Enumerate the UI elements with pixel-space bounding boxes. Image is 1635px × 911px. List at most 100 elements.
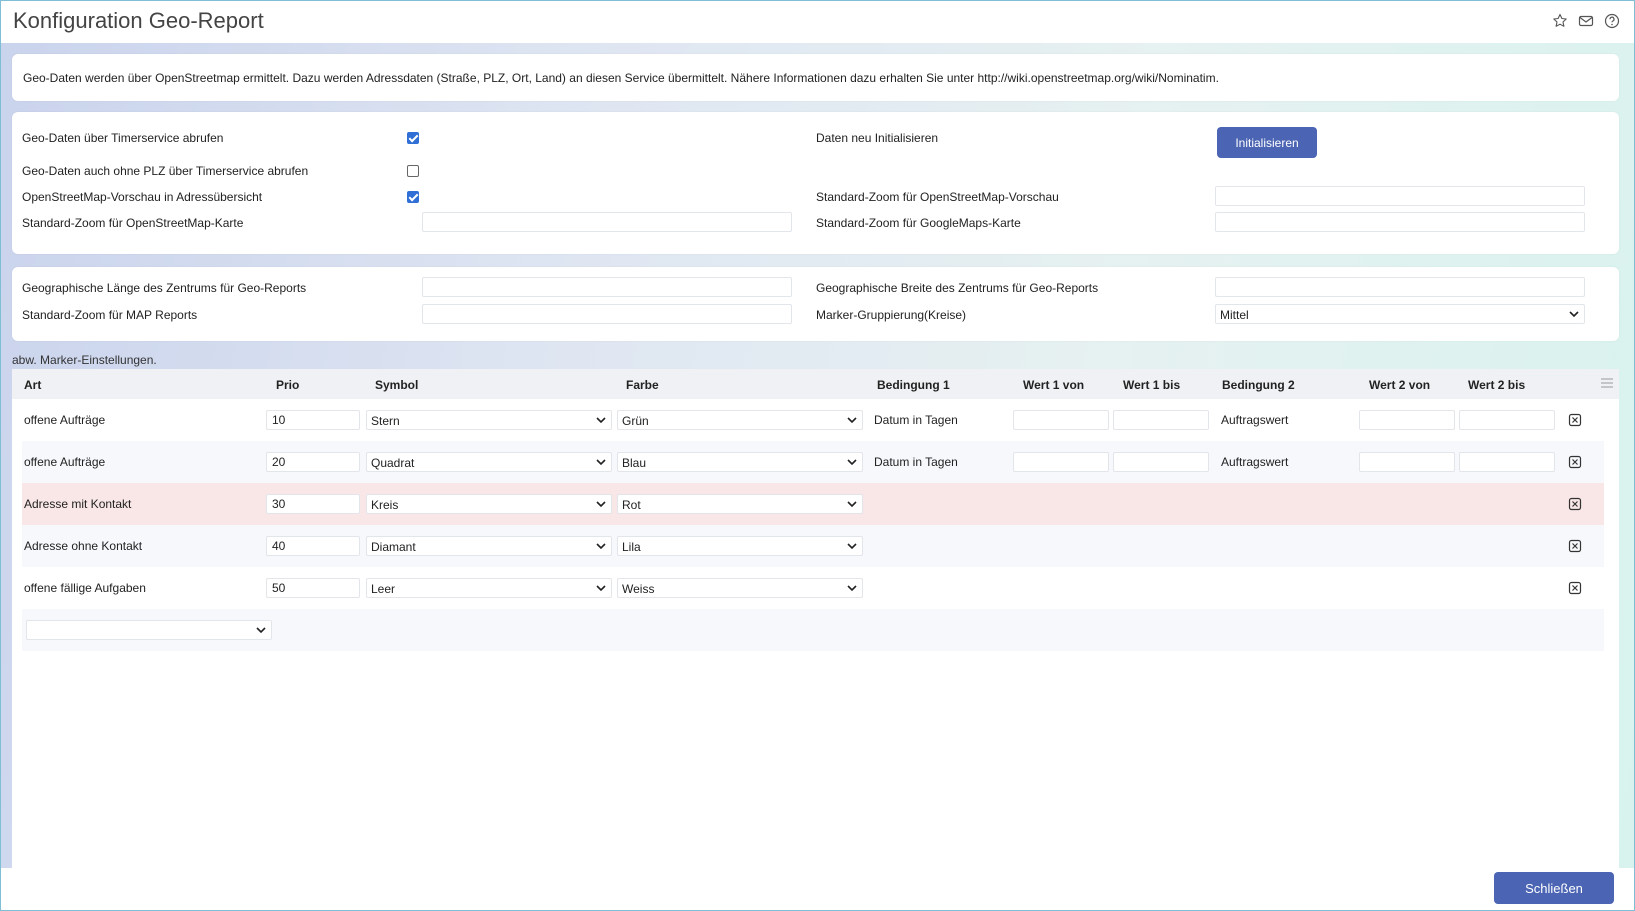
chevron-down-icon: [847, 543, 857, 550]
delete-icon[interactable]: [1568, 413, 1582, 427]
row-symbol-select[interactable]: Diamant: [366, 536, 612, 556]
delete-icon[interactable]: [1568, 497, 1582, 511]
table-row: offene Aufträge Quadrat Blau Datum in Ta…: [22, 441, 1604, 483]
row-bed2: Auftragswert: [1221, 413, 1289, 427]
info-panel: Geo-Daten werden über OpenStreetmap ermi…: [12, 54, 1619, 101]
col-bed2: Bedingung 2: [1222, 378, 1295, 392]
timer-checkbox[interactable]: [407, 132, 419, 144]
row-w2von-input[interactable]: [1359, 452, 1455, 472]
lon-input[interactable]: [422, 277, 792, 297]
col-bed1: Bedingung 1: [877, 378, 950, 392]
row-farbe-select[interactable]: Rot: [617, 494, 863, 514]
config-window: Konfiguration Geo-Report Geo-Daten werde…: [0, 0, 1635, 911]
row-art: offene Aufträge: [24, 413, 106, 427]
row-symbol-value: Leer: [371, 582, 396, 596]
row-prio-input[interactable]: [266, 494, 360, 514]
row-prio-input[interactable]: [266, 578, 360, 598]
row-farbe-select[interactable]: Blau: [617, 452, 863, 472]
row-farbe-select[interactable]: Lila: [617, 536, 863, 556]
row-w1von-input[interactable]: [1013, 452, 1109, 472]
center-panel: Geographische Länge des Zentrums für Geo…: [12, 267, 1619, 341]
new-row: [22, 609, 1604, 651]
chevron-down-icon: [256, 627, 266, 634]
row-farbe-value: Grün: [622, 414, 649, 428]
row-symbol-select[interactable]: Stern: [366, 410, 612, 430]
delete-icon[interactable]: [1568, 539, 1582, 553]
row-prio-input[interactable]: [266, 452, 360, 472]
row-symbol-select[interactable]: Quadrat: [366, 452, 612, 472]
zoom-osm-preview-label: Standard-Zoom für OpenStreetMap-Vorschau: [816, 190, 1059, 204]
row-w1bis-input[interactable]: [1113, 410, 1209, 430]
chevron-down-icon: [596, 543, 606, 550]
info-text: Geo-Daten werden über OpenStreetmap ermi…: [23, 71, 1219, 85]
cluster-select[interactable]: Mittel: [1215, 304, 1585, 324]
row-w2bis-input[interactable]: [1459, 410, 1555, 430]
row-w1von-input[interactable]: [1013, 410, 1109, 430]
table-row: offene fällige Aufgaben Leer Weiss: [22, 567, 1604, 609]
row-w2von-input[interactable]: [1359, 410, 1455, 430]
row-farbe-select[interactable]: Grün: [617, 410, 863, 430]
lon-label: Geographische Länge des Zentrums für Geo…: [22, 281, 307, 295]
zoom-gmaps-input[interactable]: [1215, 212, 1585, 232]
osm-preview-label: OpenStreetMap-Vorschau in Adressübersich…: [22, 190, 263, 204]
chevron-down-icon: [596, 417, 606, 424]
col-farbe: Farbe: [626, 378, 659, 392]
row-symbol-value: Diamant: [371, 540, 416, 554]
new-art-select[interactable]: [26, 620, 272, 640]
row-w2bis-input[interactable]: [1459, 452, 1555, 472]
table-row: Adresse mit Kontakt Kreis Rot: [22, 483, 1604, 525]
row-farbe-select[interactable]: Weiss: [617, 578, 863, 598]
markers-section-label: abw. Marker-Einstellungen.: [12, 353, 157, 367]
row-bed1: Datum in Tagen: [874, 413, 958, 427]
col-w2von: Wert 2 von: [1369, 378, 1431, 392]
row-symbol-select[interactable]: Kreis: [366, 494, 612, 514]
row-w1bis-input[interactable]: [1113, 452, 1209, 472]
row-farbe-value: Lila: [622, 540, 641, 554]
settings-panel: Geo-Daten über Timerservice abrufen Geo-…: [12, 112, 1619, 254]
markers-table: Art Prio Symbol Farbe Bedingung 1 Wert 1…: [12, 369, 1619, 869]
row-art: offene Aufträge: [24, 455, 106, 469]
row-farbe-value: Blau: [622, 456, 647, 470]
delete-icon[interactable]: [1568, 581, 1582, 595]
chevron-down-icon: [1569, 311, 1579, 318]
lat-input[interactable]: [1215, 277, 1585, 297]
initialize-button[interactable]: Initialisieren: [1217, 127, 1317, 158]
timer-label: Geo-Daten über Timerservice abrufen: [22, 131, 224, 145]
row-prio-input[interactable]: [266, 410, 360, 430]
col-w1bis: Wert 1 bis: [1123, 378, 1181, 392]
zoom-osm-preview-input[interactable]: [1215, 186, 1585, 206]
menu-icon[interactable]: [1601, 378, 1613, 388]
title-bar: Konfiguration Geo-Report: [1, 1, 1634, 43]
cluster-value: Mittel: [1220, 308, 1249, 322]
star-icon[interactable]: [1552, 13, 1568, 29]
row-symbol-value: Kreis: [371, 498, 399, 512]
timer-noplz-label: Geo-Daten auch ohne PLZ über Timerservic…: [22, 164, 309, 178]
help-icon[interactable]: [1604, 13, 1620, 29]
footer: Schließen: [1, 868, 1634, 910]
zoom-osm-map-label: Standard-Zoom für OpenStreetMap-Karte: [22, 216, 244, 230]
zoom-map-input[interactable]: [422, 304, 792, 324]
row-symbol-value: Quadrat: [371, 456, 415, 470]
row-farbe-value: Rot: [622, 498, 641, 512]
col-symbol: Symbol: [375, 378, 419, 392]
row-symbol-select[interactable]: Leer: [366, 578, 612, 598]
chevron-down-icon: [596, 501, 606, 508]
delete-icon[interactable]: [1568, 455, 1582, 469]
row-farbe-value: Weiss: [622, 582, 655, 596]
mail-icon[interactable]: [1578, 13, 1594, 29]
osm-preview-checkbox[interactable]: [407, 191, 419, 203]
zoom-map-label: Standard-Zoom für MAP Reports: [22, 308, 198, 322]
close-button[interactable]: Schließen: [1494, 872, 1614, 904]
row-prio-input[interactable]: [266, 536, 360, 556]
table-row: Adresse ohne Kontakt Diamant Lila: [22, 525, 1604, 567]
window-title: Konfiguration Geo-Report: [13, 8, 264, 33]
row-bed2: Auftragswert: [1221, 455, 1289, 469]
col-w2bis: Wert 2 bis: [1468, 378, 1526, 392]
row-bed1: Datum in Tagen: [874, 455, 958, 469]
row-art: Adresse ohne Kontakt: [24, 539, 143, 553]
col-art: Art: [24, 378, 42, 392]
timer-noplz-checkbox[interactable]: [407, 165, 419, 177]
chevron-down-icon: [847, 585, 857, 592]
row-symbol-value: Stern: [371, 414, 400, 428]
zoom-osm-map-input[interactable]: [422, 212, 792, 232]
